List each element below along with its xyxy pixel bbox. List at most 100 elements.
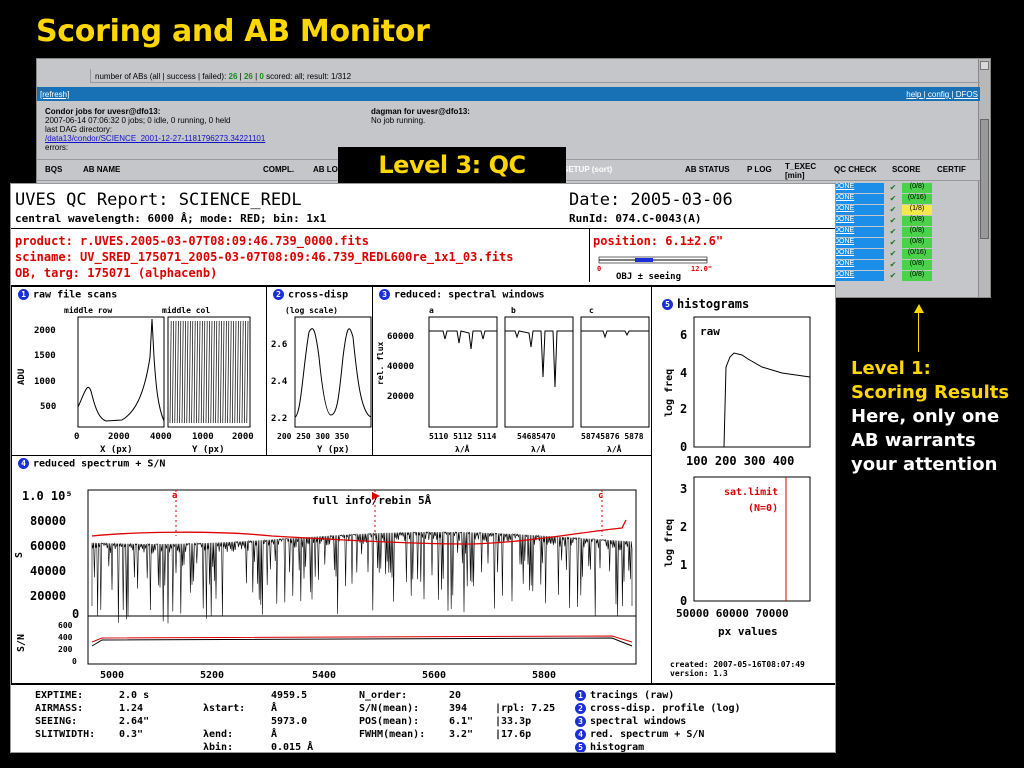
full-info-link: full info/rebin 5Å <box>312 494 432 507</box>
panel-spectral-windows: 3 reduced: spectral windows a b c 60000 4… <box>372 286 652 456</box>
x-label: λ/Å <box>531 444 546 454</box>
y-tick: 2 <box>680 402 687 416</box>
y-tick: 60000 <box>30 539 66 553</box>
x-label: λ/Å <box>607 444 622 454</box>
param-row: λend: 5973.0 Å <box>203 715 317 741</box>
y-tick: 0 <box>680 594 687 608</box>
param-value: 20 <box>449 690 462 701</box>
param-value: 5973.0 Å <box>271 716 308 740</box>
arrow-up-icon <box>914 304 924 313</box>
y-tick: 4 <box>680 366 687 380</box>
x-ticks: 54685470 <box>517 432 556 441</box>
ob-line: OB, targ: 175071 (alphacenb) <box>15 266 218 280</box>
y-label: log freq <box>664 369 675 417</box>
score-badge[interactable]: (0/16) <box>902 194 932 204</box>
sub-middle-col: middle col <box>162 305 210 315</box>
score-badge[interactable]: (1/8) <box>902 205 932 215</box>
y-label: ADU <box>17 369 27 385</box>
y-tick: 6 <box>680 328 687 342</box>
y-tick: 20000 <box>30 589 66 603</box>
col-certif: CERTIF <box>937 165 966 174</box>
ab-row: DONE ✔ (0/8) <box>832 183 977 193</box>
x-tick: 4000 <box>150 432 172 442</box>
sat-limit-label: sat.limit <box>724 486 778 498</box>
check-icon: ✔ <box>889 249 897 258</box>
params-exposure: EXPTIME: 2.0 s AIRMASS: 1.24 SEEING: 2.64" SLI… <box>35 689 165 741</box>
score-badge[interactable]: (0/8) <box>902 216 932 226</box>
help-config-dfos-links[interactable]: help | config | DFOS <box>906 90 978 99</box>
condor-info: Condor jobs for uvesr@dfo13: 2007-06-14 … <box>45 107 265 152</box>
parameters-block: EXPTIME: 2.0 s AIRMASS: 1.24 SEEING: 2.64" SLI… <box>11 684 835 752</box>
param-row: POS(mean): 6.1" |33.3p <box>359 715 555 728</box>
qc-done-link[interactable]: DONE <box>832 249 884 259</box>
scroll-thumb[interactable] <box>980 119 989 239</box>
y-label: log freq <box>664 519 675 567</box>
y-label: S <box>14 552 25 558</box>
param-value: 3.2" <box>449 729 474 740</box>
raw-label: raw <box>700 325 720 338</box>
dagman-info: dagman for uvesr@dfo13: No job running. <box>371 107 470 125</box>
check-icon: ✔ <box>889 216 897 225</box>
param-label: POS(mean): <box>359 716 420 727</box>
arrow-line <box>918 310 919 352</box>
legend-label: spectral windows <box>590 716 687 727</box>
sn-tick: 200 <box>58 645 73 654</box>
seeing-label: OBJ ± seeing <box>616 272 682 282</box>
param-row: EXPTIME: 2.0 s <box>35 689 165 702</box>
score-badge[interactable]: (0/8) <box>902 271 932 281</box>
refresh-link[interactable]: [refresh] <box>40 90 69 99</box>
param-label: SLITWIDTH: <box>35 729 96 740</box>
col-t-exec: T_EXEC [min] <box>785 162 817 180</box>
histograms-plot: raw 6 4 2 0 log freq 100 200 300 400 sat… <box>664 316 811 678</box>
param-value: 394 <box>449 703 468 714</box>
sat-count-label: (N=0) <box>748 503 778 514</box>
ab-summary-row: number of ABs (all | success | failed): … <box>37 69 980 83</box>
qc-subtitle: central wavelength: 6000 Å; mode: RED; b… <box>15 212 327 225</box>
scroll-up-arrow[interactable] <box>980 61 989 70</box>
legend-item: 4 red. spectrum + S/N <box>575 728 741 741</box>
ab-row: DONE ✔ (0/16) <box>832 194 977 204</box>
param-value: 0.3" <box>119 729 144 740</box>
qc-done-link[interactable]: DONE <box>832 205 884 215</box>
col-setup[interactable]: SETUP (sort) <box>563 165 612 174</box>
check-icon: ✔ <box>889 205 897 214</box>
qc-done-link[interactable]: DONE <box>832 271 884 281</box>
x-ticks: 100 200 300 400 <box>686 454 794 468</box>
marker-a: a <box>172 491 177 501</box>
qc-done-link[interactable]: DONE <box>832 183 884 193</box>
summary-scored: scored: all; result: 1/312 <box>263 72 352 81</box>
x-tick: 0 <box>74 432 79 442</box>
condor-dag-label: last DAG directory: <box>45 125 113 134</box>
position-line: position: 6.1±2.6" <box>593 234 724 248</box>
score-badge[interactable]: (0/16) <box>902 249 932 259</box>
score-badge[interactable]: (0/8) <box>902 260 932 270</box>
check-icon: ✔ <box>889 194 897 203</box>
param-value: 2.0 s <box>119 690 150 701</box>
param-value: 4959.5 Å <box>271 690 308 714</box>
marker-c: c <box>598 491 603 501</box>
score-badge[interactable]: (0/8) <box>902 183 932 193</box>
param-row: FWHM(mean): 3.2" |17.6p <box>359 728 555 741</box>
condor-dag-link[interactable]: /data13/condor/SCIENCE_2001-12-27-118179… <box>45 134 265 143</box>
dagman-title: dagman for uvesr@dfo13: <box>371 107 470 116</box>
product-line: product: r.UVES.2005-03-07T08:09:46.739_… <box>15 234 370 248</box>
param-row: AIRMASS: 1.24 <box>35 702 165 715</box>
score-badge[interactable]: (0/8) <box>902 227 932 237</box>
param-label: EXPTIME: <box>35 690 84 701</box>
qc-done-link[interactable]: DONE <box>832 216 884 226</box>
panel-cross-disp: 2 cross-disp (log scale) 2.6 2.4 2.2 200 … <box>266 286 373 456</box>
y-tick: 2.2 <box>271 414 287 424</box>
x-tick: 5600 <box>422 670 446 681</box>
qc-report: UVES QC Report: SCIENCE_REDL central wav… <box>10 183 836 753</box>
check-icon: ✔ <box>889 271 897 280</box>
panel-histograms: 5 histograms raw 6 4 2 0 log freq 100 200… <box>651 286 835 684</box>
score-badge[interactable]: (0/8) <box>902 238 932 248</box>
param-row: λbin: 0.015 Å <box>203 741 317 752</box>
qc-done-link[interactable]: DONE <box>832 260 884 270</box>
col-ab-log: AB LO <box>313 165 338 174</box>
qc-done-link[interactable]: DONE <box>832 227 884 237</box>
panel-raw-scans: 1 raw file scans middle row middle col 20… <box>11 286 267 456</box>
qc-done-link[interactable]: DONE <box>832 238 884 248</box>
qc-done-link[interactable]: DONE <box>832 194 884 204</box>
level1-text: your attention <box>851 454 998 475</box>
